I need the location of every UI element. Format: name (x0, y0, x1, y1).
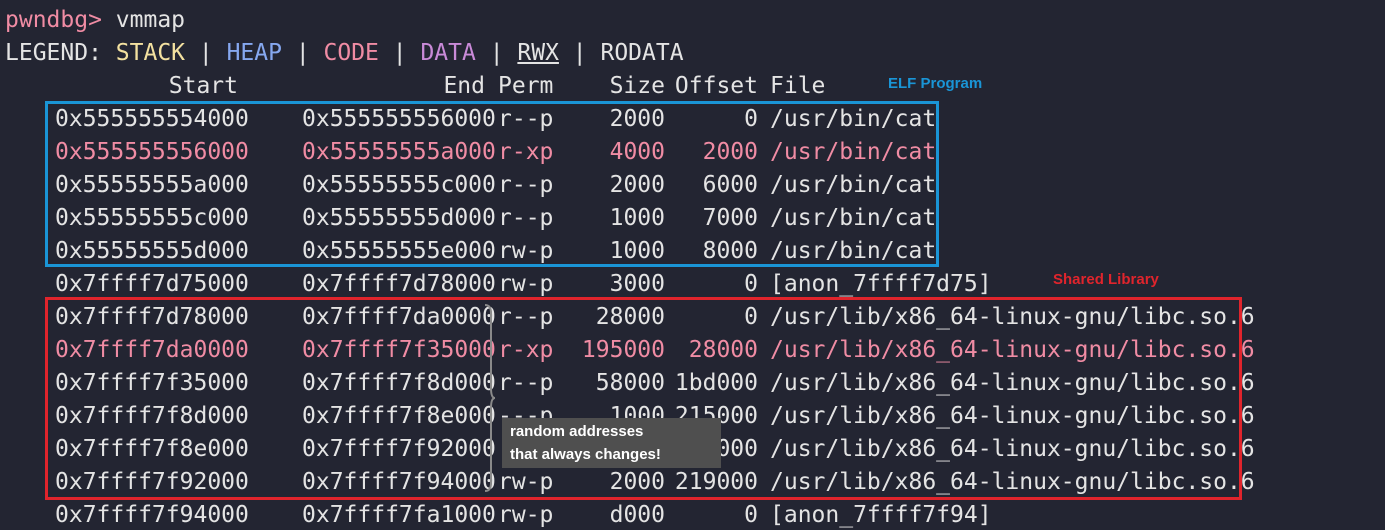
header-offset: Offset (674, 73, 758, 99)
legend-sep: | (558, 40, 601, 66)
random-address-note: random addresses that always changes! (502, 418, 721, 468)
legend-sep: | (281, 40, 324, 66)
header-file: File (770, 73, 826, 99)
legend-stack: STACK (115, 40, 186, 66)
header-size: Size (609, 73, 665, 99)
prompt-line: pwndbg> vmmap (5, 5, 185, 35)
note-line-1: random addresses (510, 423, 644, 440)
row-start: 0x7ffff7d75000 (55, 271, 249, 297)
table-header: Start End Perm Size Offset File (0, 71, 1385, 101)
shared-library-box (45, 297, 1242, 500)
header-end: End (443, 73, 485, 99)
header-start: Start (168, 73, 238, 99)
elf-program-label: ELF Program (888, 75, 983, 92)
header-perm: Perm (498, 73, 554, 99)
table-row: 0x7ffff7d75000 0x7ffff7d78000 rw-p 3000 0 [an… (0, 269, 1385, 299)
legend-code: CODE (323, 40, 379, 66)
legend-prefix: LEGEND: (5, 40, 116, 66)
note-line-2: that always changes! (510, 446, 661, 463)
legend-heap: HEAP (226, 40, 282, 66)
legend-rwx: RWX (517, 40, 559, 66)
legend-rodata: RODATA (600, 40, 684, 66)
prompt-command: vmmap (101, 7, 186, 33)
legend-line: LEGEND: STACK | HEAP | CODE | DATA | RWX… (5, 38, 684, 68)
prompt-name: pwndbg> (5, 7, 102, 33)
row-perm: rw-p (498, 271, 554, 297)
curly-brace-icon (484, 304, 495, 492)
legend-sep: | (475, 40, 518, 66)
legend-sep: | (378, 40, 421, 66)
shared-library-label: Shared Library (1053, 271, 1159, 288)
legend-data: DATA (420, 40, 476, 66)
elf-program-box (45, 101, 939, 267)
legend-sep: | (185, 40, 227, 66)
row-offset: 0 (744, 271, 758, 297)
row-file: [anon_7ffff7d75] (770, 271, 992, 297)
row-end: 0x7ffff7d78000 (302, 271, 496, 297)
row-size: 3000 (609, 271, 665, 297)
